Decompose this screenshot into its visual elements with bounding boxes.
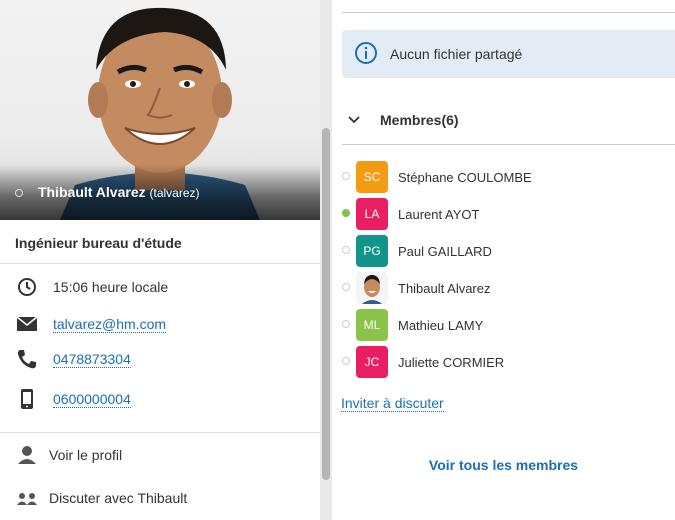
view-profile-label: Voir le profil [49,447,123,463]
presence-indicator [342,320,350,328]
members-section-header[interactable]: Membres(6) [342,108,675,145]
member-name: Juliette CORMIER [398,355,505,370]
local-time-row: 15:06 heure locale [0,276,320,300]
member-name: Paul GAILLARD [398,244,492,259]
mobile-link[interactable]: 0600000004 [53,391,131,408]
avatar: PG [356,235,388,267]
mobile-row: 0600000004 [0,388,320,412]
presence-indicator [342,172,350,180]
avatar: JC [356,346,388,378]
presence-indicator [342,283,350,291]
chat-with-action[interactable]: Discuter avec Thibault [0,487,320,511]
member-name: Stéphane COULOMBE [398,170,532,185]
member-row[interactable]: SC Stéphane COULOMBE [342,161,675,193]
mail-icon [16,313,38,335]
profile-photo: Thibault Alvarez (talvarez) [0,0,320,220]
divider [0,263,320,264]
scrollbar-thumb[interactable] [322,128,330,480]
job-title: Ingénieur bureau d'étude [15,235,182,251]
avatar: LA [356,198,388,230]
see-all-members-link[interactable]: Voir tous les membres [342,457,665,473]
profile-name-text: Thibault Alvarez [38,184,146,200]
chat-with-label: Discuter avec Thibault [49,490,188,506]
profile-handle: (talvarez) [149,186,200,200]
phone-icon [16,348,38,370]
mobile-phone-icon [16,388,38,410]
phone-link[interactable]: 0478873304 [53,351,131,368]
member-name: Laurent AYOT [398,207,480,222]
member-row[interactable]: ML Mathieu LAMY [342,309,675,341]
presence-indicator [342,209,350,217]
member-row[interactable]: LA Laurent AYOT [342,198,675,230]
users-icon [16,487,38,509]
local-time: 15:06 heure locale [53,279,169,295]
member-name: Thibault Alvarez [398,281,491,296]
member-row[interactable]: Thibault Alvarez [342,272,675,304]
profile-name: Thibault Alvarez (talvarez) [38,184,200,200]
no-shared-files-text: Aucun fichier partagé [390,46,523,62]
presence-indicator [342,246,350,254]
scrollbar[interactable] [320,0,332,520]
shared-files-notice: Aucun fichier partagé [342,30,675,78]
profile-panel: Thibault Alvarez (talvarez) Ingénieur bu… [0,0,320,520]
member-row[interactable]: JC Juliette CORMIER [342,346,675,378]
info-icon [354,41,378,65]
divider [0,432,320,433]
members-title: Membres(6) [380,112,459,128]
clock-icon [16,276,38,298]
email-row: talvarez@hm.com [0,313,320,337]
avatar [356,272,388,304]
member-row[interactable]: PG Paul GAILLARD [342,235,675,267]
presence-indicator [342,357,350,365]
email-link[interactable]: talvarez@hm.com [53,316,167,333]
member-name: Mathieu LAMY [398,318,484,333]
presence-indicator [15,189,23,197]
chevron-down-icon[interactable] [348,112,360,128]
phone-row: 0478873304 [0,348,320,372]
view-profile-action[interactable]: Voir le profil [0,444,320,468]
avatar: SC [356,161,388,193]
avatar: ML [356,309,388,341]
invite-to-chat-link[interactable]: Inviter à discuter [341,395,444,412]
user-icon [16,444,38,466]
chat-details-panel: Aucun fichier partagé Membres(6) SC Stéph… [332,0,675,520]
divider [342,12,675,13]
